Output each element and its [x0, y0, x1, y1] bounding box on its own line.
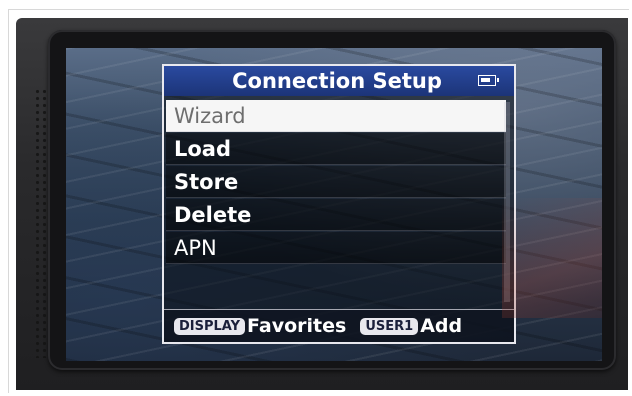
menu-item-apn[interactable]: APN	[166, 232, 506, 264]
connection-setup-menu: Connection Setup Wizard Load Store Delet…	[162, 64, 516, 344]
menu-item-label: Wizard	[174, 104, 246, 128]
menu-scrollbar[interactable]	[504, 102, 510, 302]
menu-item-load[interactable]: Load	[166, 133, 506, 165]
menu-item-delete[interactable]: Delete	[166, 199, 506, 231]
menu-item-store[interactable]: Store	[166, 166, 506, 198]
battery-icon	[478, 75, 499, 86]
add-action-label: Add	[420, 315, 463, 337]
user1-key-badge[interactable]: USER1	[360, 317, 419, 335]
menu-footer: DISPLAY Favorites USER1 Add	[164, 309, 514, 342]
menu-title: Connection Setup	[232, 69, 442, 93]
menu-item-label: Load	[174, 137, 232, 161]
menu-item-label: Store	[174, 170, 239, 194]
camera-screen: Connection Setup Wizard Load Store Delet…	[66, 48, 602, 361]
menu-item-wizard[interactable]: Wizard	[166, 100, 506, 132]
menu-item-label: Delete	[174, 203, 252, 227]
menu-header: Connection Setup	[164, 66, 514, 96]
favorites-action-label: Favorites	[247, 315, 347, 337]
display-key-badge[interactable]: DISPLAY	[174, 317, 246, 335]
menu-item-label: APN	[174, 236, 217, 260]
menu-list: Wizard Load Store Delete APN	[166, 100, 506, 265]
